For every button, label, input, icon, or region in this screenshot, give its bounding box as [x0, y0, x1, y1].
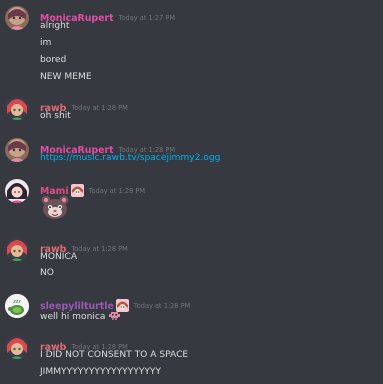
message-text: MONICA [40, 252, 78, 262]
timestamp: Today at 1:27 PM [118, 14, 176, 22]
avatar[interactable] [5, 335, 29, 359]
avatar[interactable]: zzz [5, 294, 29, 318]
message-header: rawb Today at 1:28 PM [40, 237, 128, 255]
message-text: NEW MEME [40, 72, 92, 82]
anime-girl-icon [70, 182, 84, 197]
timestamp: Today at 1:28 PM [88, 187, 146, 195]
message-text: bored [40, 55, 67, 65]
message-header: MonicaRupert Today at 1:28 PM [40, 138, 175, 156]
message-text: alright [40, 21, 70, 31]
message-text: well hi monica [40, 309, 121, 322]
avatar[interactable] [5, 237, 29, 261]
message-text: im [40, 38, 52, 48]
message-header: Mami Today at 1:28 PM [40, 179, 146, 197]
svg-text:zzz: zzz [13, 299, 21, 305]
avatar[interactable] [5, 96, 29, 120]
message-text: I DID NOT CONSENT TO A SPACE [40, 350, 189, 360]
chat-message-list: MonicaRupert Today at 1:27 PM alright im … [0, 0, 383, 384]
avatar[interactable] [5, 6, 29, 30]
timestamp: Today at 1:28 PM [71, 245, 128, 253]
avatar[interactable] [5, 179, 29, 203]
avatar[interactable] [5, 138, 29, 162]
timestamp: Today at 1:28 PM [71, 104, 128, 112]
cat-face-icon [40, 193, 70, 221]
pixel-creature-icon [108, 309, 121, 322]
message-header: rawb Today at 1:28 PM [40, 335, 128, 353]
message-header: rawb Today at 1:28 PM [40, 96, 128, 114]
message-header: sleepylilturtle Today at 1:28 PM [40, 294, 191, 312]
message-text-content: well hi monica [40, 312, 106, 322]
message-header: MonicaRupert Today at 1:27 PM [40, 6, 176, 24]
message-text: oh shit [40, 111, 71, 121]
message-text: JIMMYYYYYYYYYYYYYYYYYY [40, 367, 162, 377]
message-link[interactable]: https://music.rawb.tv/spacejimmy2.ogg [40, 153, 220, 163]
message-text: NO [40, 268, 54, 278]
timestamp: Today at 1:28 PM [133, 302, 191, 310]
